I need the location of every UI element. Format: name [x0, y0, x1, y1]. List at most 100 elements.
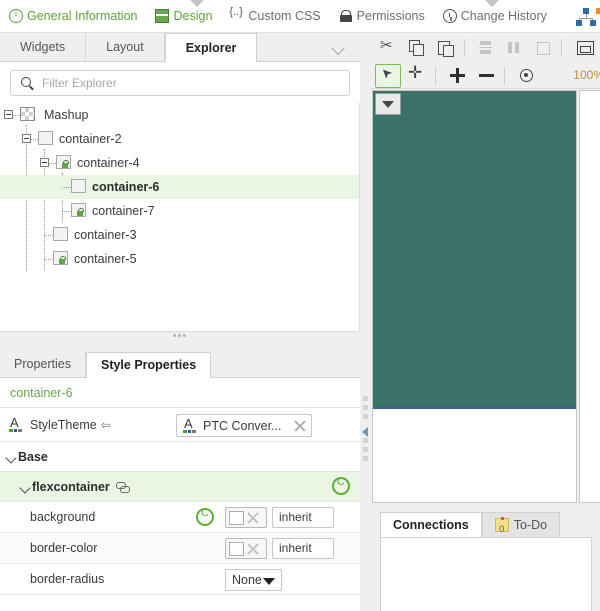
tab-connections[interactable]: Connections: [380, 512, 482, 538]
chevron-down-icon[interactable]: [332, 41, 346, 55]
style-theme-row: A StyleTheme ⇦ A PTC Conver...: [0, 408, 360, 442]
connections-content-area: [380, 537, 592, 611]
tree-node-container-7[interactable]: container-7: [0, 199, 359, 223]
style-row-label: border-color: [30, 541, 98, 555]
tab-style-properties-label: Style Properties: [100, 358, 197, 372]
mashup-builder-window: General Information Design Custom CSS Pe…: [0, 0, 600, 611]
border-radius-value: None: [232, 573, 262, 587]
canvas-side-strip: [579, 90, 600, 503]
mashup-canvas[interactable]: [372, 90, 577, 503]
nav-label-change-history: Change History: [460, 9, 547, 23]
tab-widgets[interactable]: Widgets: [0, 33, 87, 61]
lock-icon: [339, 9, 353, 23]
org-chart-icon[interactable]: [576, 8, 600, 26]
canvas-widget-container[interactable]: [373, 91, 576, 409]
lock-badge-icon: [59, 256, 67, 264]
expander-collapse-icon[interactable]: [4, 110, 13, 119]
distribute-button[interactable]: [501, 36, 527, 60]
nav-item-custom-css[interactable]: Custom CSS: [221, 0, 329, 33]
expander-collapse-icon[interactable]: [40, 158, 49, 167]
mashup-icon: [20, 107, 35, 121]
style-row-border-radius: border-radius None: [0, 564, 360, 595]
chevron-down-icon: [4, 450, 18, 464]
caret-down-icon: [263, 578, 275, 585]
toolbar-divider: [504, 66, 505, 85]
pan-tool[interactable]: [404, 63, 430, 88]
style-value-input[interactable]: inherit: [272, 538, 334, 559]
tree-node-label: container-3: [74, 228, 137, 242]
tab-todo[interactable]: 0 To-Do: [481, 512, 561, 537]
tree-node-container-2[interactable]: container-2: [0, 127, 359, 151]
canvas-panel: 100% Connections 0 To-Do: [372, 33, 600, 611]
search-input[interactable]: [11, 71, 349, 95]
tree-connector: [62, 211, 71, 212]
tab-properties[interactable]: Properties: [0, 352, 86, 377]
tree-connector: [44, 235, 53, 236]
collapse-panel-arrow-icon[interactable]: [362, 427, 368, 437]
select-tool[interactable]: [375, 63, 401, 88]
cut-button[interactable]: [375, 36, 401, 60]
tab-properties-label: Properties: [14, 357, 71, 371]
tree-connector: [62, 187, 71, 188]
zoom-in-button[interactable]: [444, 64, 470, 88]
copy-button[interactable]: [404, 36, 430, 60]
fit-to-bounds-button[interactable]: [530, 36, 556, 60]
revert-arrow-icon[interactable]: ⇦: [101, 418, 111, 432]
tree-node-mashup[interactable]: Mashup: [0, 103, 359, 127]
swatch-clear-x-icon[interactable]: [245, 511, 261, 525]
style-group-flexcontainer[interactable]: flexcontainer: [0, 472, 360, 502]
tree-node-container-3[interactable]: container-3: [0, 223, 359, 247]
style-row-background: background inherit: [0, 502, 360, 533]
center-button[interactable]: [513, 64, 539, 88]
zoom-out-button[interactable]: [473, 64, 499, 88]
color-swatch-icon[interactable]: [229, 541, 244, 556]
tab-explorer[interactable]: Explorer: [164, 33, 258, 62]
style-group-label: flexcontainer: [32, 479, 110, 494]
style-group-base[interactable]: Base: [0, 442, 360, 472]
swatch-clear-x-icon[interactable]: [245, 542, 261, 556]
color-swatch-control[interactable]: [225, 507, 267, 528]
link-broken-icon[interactable]: [115, 481, 131, 493]
container-locked-icon: [53, 251, 68, 265]
tree-connector: [44, 259, 53, 260]
explorer-tree: Mashup container-2 container-4 container…: [0, 103, 360, 331]
style-row-label: background: [30, 510, 96, 524]
toolbar-divider: [561, 38, 563, 57]
panel-splitter-handle[interactable]: [0, 330, 360, 352]
tree-node-container-5[interactable]: container-5: [0, 247, 359, 271]
tree-node-container-4[interactable]: container-4: [0, 151, 359, 175]
style-theme-field[interactable]: A PTC Conver...: [176, 414, 312, 437]
caret-down-icon: [382, 100, 394, 108]
layout-button[interactable]: [570, 36, 600, 60]
clear-x-icon[interactable]: [292, 418, 307, 433]
reset-icon[interactable]: [332, 476, 350, 495]
reset-icon[interactable]: [196, 507, 214, 526]
color-swatch-icon[interactable]: [229, 510, 244, 525]
nav-item-design[interactable]: Design: [146, 0, 221, 33]
vertical-splitter[interactable]: [360, 33, 372, 611]
selected-element-name: container-6: [0, 378, 360, 408]
theme-a-icon: A: [182, 416, 198, 433]
cursor-icon: [380, 68, 396, 84]
nav-item-permissions[interactable]: Permissions: [330, 0, 434, 33]
style-row-label: border-radius: [30, 572, 105, 586]
tab-style-properties[interactable]: Style Properties: [85, 352, 212, 378]
align-button[interactable]: [473, 36, 499, 60]
zoom-level-label: 100%: [573, 68, 600, 82]
info-circle-icon: [9, 8, 23, 23]
color-swatch-control[interactable]: [225, 538, 267, 559]
style-value-input[interactable]: inherit: [272, 507, 334, 528]
layout-icon: [577, 40, 595, 56]
lock-badge-icon: [62, 160, 70, 168]
properties-tabstrip: Properties Style Properties: [0, 352, 360, 378]
filter-explorer-box[interactable]: [10, 70, 350, 96]
expander-collapse-icon[interactable]: [22, 134, 31, 143]
tree-node-label: container-5: [74, 252, 137, 266]
nav-item-general-information[interactable]: General Information: [0, 0, 146, 33]
paste-button[interactable]: [433, 36, 459, 60]
border-radius-select[interactable]: None: [225, 569, 282, 591]
tree-node-container-6[interactable]: container-6: [0, 175, 359, 199]
tree-connector: [31, 139, 38, 140]
canvas-dropdown-button[interactable]: [375, 93, 401, 115]
tab-layout[interactable]: Layout: [86, 33, 165, 61]
